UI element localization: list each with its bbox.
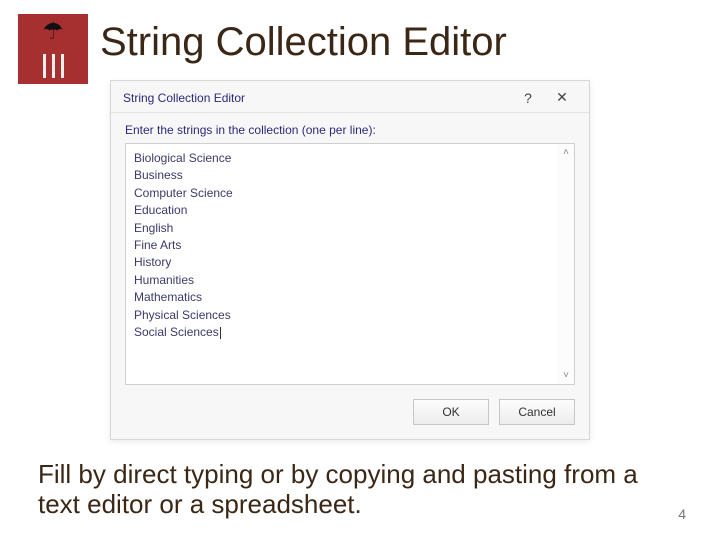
list-item: English <box>134 220 550 237</box>
strings-textarea[interactable]: Biological ScienceBusinessComputer Scien… <box>125 143 575 385</box>
list-item: Social Sciences <box>134 324 550 341</box>
list-item: Physical Sciences <box>134 307 550 324</box>
scroll-up-icon[interactable]: ˄ <box>558 144 574 161</box>
strings-textarea-content[interactable]: Biological ScienceBusinessComputer Scien… <box>126 144 558 384</box>
list-item: Biological Science <box>134 150 550 167</box>
list-item: History <box>134 254 550 271</box>
list-item: Fine Arts <box>134 237 550 254</box>
list-item: Mathematics <box>134 289 550 306</box>
scroll-down-icon[interactable]: ˅ <box>558 367 574 384</box>
vertical-scrollbar[interactable]: ˄ ˅ <box>558 144 574 384</box>
dialog-title: String Collection Editor <box>123 91 511 105</box>
dialog-button-row: OK Cancel <box>111 385 589 439</box>
slide-caption: Fill by direct typing or by copying and … <box>38 460 658 520</box>
logo-bars <box>43 54 64 78</box>
list-item: Computer Science <box>134 185 550 202</box>
close-button[interactable]: ✕ <box>545 89 579 106</box>
list-item: Humanities <box>134 272 550 289</box>
list-item: Education <box>134 202 550 219</box>
string-collection-editor-dialog: String Collection Editor ? ✕ Enter the s… <box>110 80 590 440</box>
page-title: String Collection Editor <box>100 20 507 65</box>
ok-button[interactable]: OK <box>413 399 489 425</box>
text-caret <box>220 327 221 339</box>
help-button[interactable]: ? <box>511 90 545 106</box>
dialog-titlebar: String Collection Editor ? ✕ <box>111 81 589 113</box>
cancel-button[interactable]: Cancel <box>499 399 575 425</box>
list-item: Business <box>134 167 550 184</box>
page-number: 4 <box>678 506 686 522</box>
dialog-instruction: Enter the strings in the collection (one… <box>111 113 589 143</box>
slide-logo: ☂ <box>18 14 88 84</box>
umbrella-icon: ☂ <box>42 20 64 44</box>
